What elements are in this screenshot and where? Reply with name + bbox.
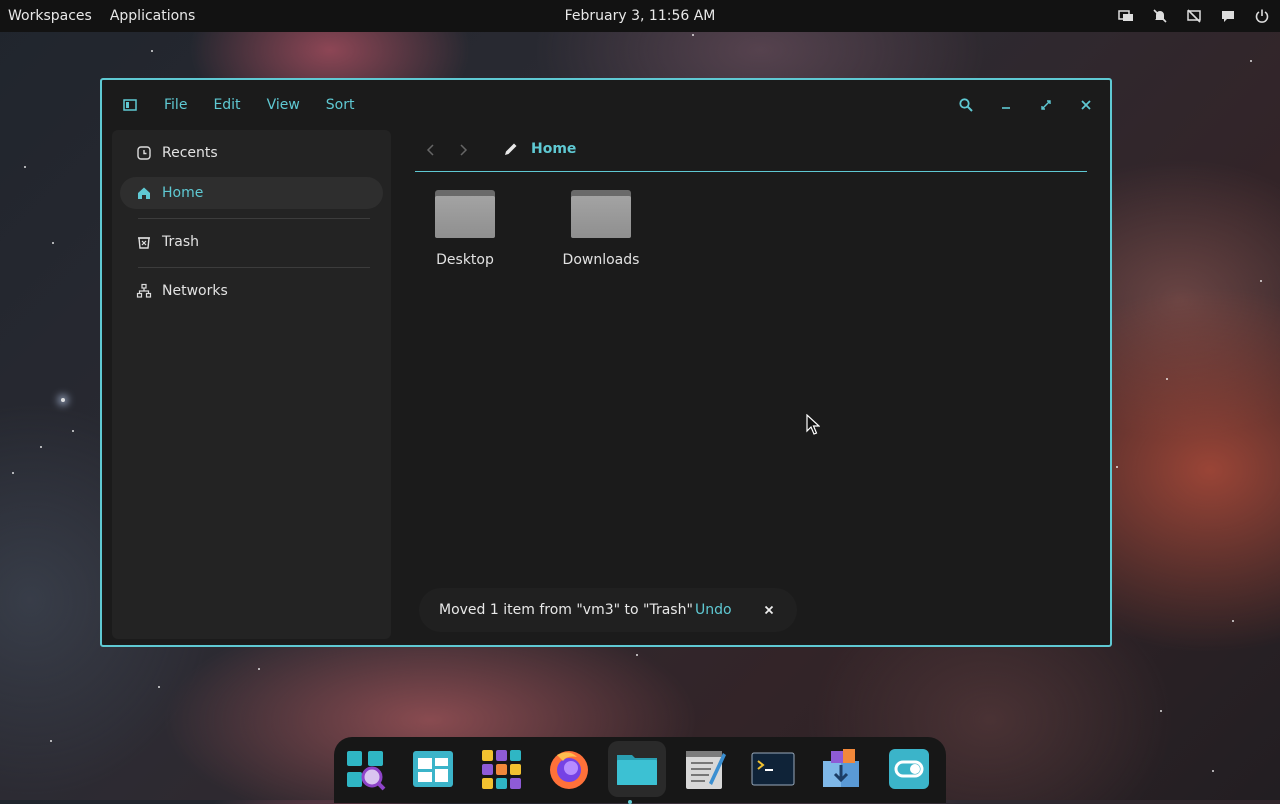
clock-icon: [136, 145, 152, 161]
undo-button[interactable]: Undo: [695, 602, 732, 618]
sidebar-divider: [138, 267, 370, 268]
maximize-icon[interactable]: [1038, 97, 1054, 113]
file-view[interactable]: Home Desktop Downloads Moved 1 item from…: [391, 130, 1110, 645]
mouse-cursor-icon: [806, 414, 820, 435]
breadcrumb[interactable]: Home: [503, 141, 576, 157]
toast-message: Moved 1 item from "vm3" to "Trash": [439, 602, 693, 618]
sidebar: Recents Home Trash Networks: [112, 130, 391, 639]
trash-icon: [136, 234, 152, 250]
file-item-desktop[interactable]: Desktop: [410, 190, 520, 268]
menu-file[interactable]: File: [164, 97, 187, 113]
home-icon: [136, 185, 152, 201]
file-name: Desktop: [436, 252, 494, 268]
menu-edit[interactable]: Edit: [213, 97, 240, 113]
text-editor-icon[interactable]: [683, 747, 727, 791]
sidebar-item-label: Networks: [162, 283, 228, 299]
dock: [334, 737, 946, 804]
back-icon[interactable]: [423, 142, 439, 158]
multitasking-view-icon[interactable]: [411, 747, 455, 791]
clock[interactable]: February 3, 11:56 AM: [565, 8, 716, 24]
folder-icon: [435, 190, 495, 238]
power-icon[interactable]: [1254, 8, 1270, 24]
breadcrumb-home[interactable]: Home: [531, 141, 576, 157]
folder-icon: [571, 190, 631, 238]
sidebar-item-label: Trash: [162, 234, 199, 250]
close-icon[interactable]: [1078, 97, 1094, 113]
menu-sort[interactable]: Sort: [326, 97, 355, 113]
edit-path-icon[interactable]: [503, 141, 519, 157]
app-grid-icon[interactable]: [479, 747, 523, 791]
search-app-icon[interactable]: [343, 747, 387, 791]
file-name: Downloads: [562, 252, 640, 268]
sidebar-item-label: Home: [162, 185, 204, 201]
search-icon[interactable]: [958, 97, 974, 113]
file-item-downloads[interactable]: Downloads: [546, 190, 656, 268]
menu-view[interactable]: View: [267, 97, 300, 113]
notifications-off-icon[interactable]: [1152, 8, 1168, 24]
settings-toggle-icon[interactable]: [887, 747, 931, 791]
workspaces-button[interactable]: Workspaces: [8, 8, 92, 24]
sidebar-toggle-icon[interactable]: [122, 97, 138, 113]
files-icon[interactable]: [608, 741, 666, 804]
sidebar-item-label: Recents: [162, 145, 218, 161]
minimize-icon[interactable]: [998, 97, 1014, 113]
network-off-icon[interactable]: [1186, 8, 1202, 24]
applications-button[interactable]: Applications: [110, 8, 196, 24]
sidebar-divider: [138, 218, 370, 219]
sidebar-item-trash[interactable]: Trash: [120, 226, 383, 258]
firefox-icon[interactable]: [547, 747, 591, 791]
display-icon[interactable]: [1118, 8, 1134, 24]
terminal-icon[interactable]: [751, 747, 795, 791]
path-bar: Home: [415, 130, 1087, 172]
software-store-icon[interactable]: [819, 747, 863, 791]
undo-toast: Moved 1 item from "vm3" to "Trash" Undo: [419, 588, 797, 632]
sidebar-item-networks[interactable]: Networks: [120, 275, 383, 307]
top-panel: Workspaces Applications February 3, 11:5…: [0, 0, 1280, 32]
chat-icon[interactable]: [1220, 8, 1236, 24]
sidebar-item-recents[interactable]: Recents: [120, 137, 383, 169]
sidebar-item-home[interactable]: Home: [120, 177, 383, 209]
toast-close-icon[interactable]: [762, 603, 776, 617]
network-icon: [136, 283, 152, 299]
forward-icon[interactable]: [455, 142, 471, 158]
headerbar: File Edit View Sort: [102, 80, 1110, 130]
files-window: File Edit View Sort Recents Home Trash N…: [100, 78, 1112, 647]
